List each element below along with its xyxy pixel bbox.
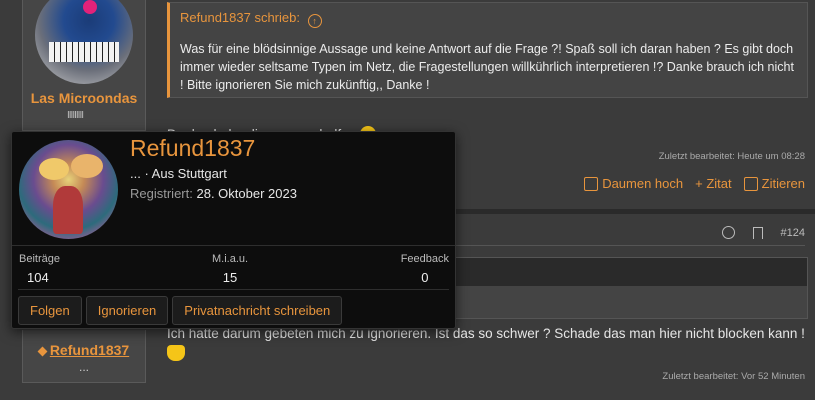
quote-button[interactable]: + Zitat bbox=[695, 176, 732, 191]
arrow-up-icon[interactable]: ↑ bbox=[307, 14, 322, 28]
member-tooltip-card: Refund1837 ... · Aus Stuttgart Registrie… bbox=[11, 131, 456, 329]
user-sidebar-top: Las Microondas IIIIIIIII bbox=[22, 0, 146, 131]
stat-label: Feedback bbox=[400, 253, 449, 265]
username-bottom[interactable]: Refund1837 bbox=[23, 342, 145, 358]
reply-button[interactable]: Zitieren bbox=[743, 176, 805, 191]
avatar-detail bbox=[83, 0, 97, 14]
reply-label: Zitieren bbox=[761, 176, 805, 191]
quote-header[interactable]: Refund1837 schrieb: ↑ bbox=[180, 10, 322, 28]
diamond-icon bbox=[37, 346, 48, 357]
like-label: Daumen hoch bbox=[602, 176, 684, 191]
quote-text: Was für eine blödsinnige Aussage und kei… bbox=[180, 42, 794, 92]
post-actions: Daumen hoch + Zitat Zitieren bbox=[584, 176, 805, 191]
stat-value: 15 bbox=[222, 270, 238, 285]
like-button[interactable]: Daumen hoch bbox=[584, 176, 683, 191]
registered-date: 28. Oktober 2023 bbox=[196, 186, 297, 201]
post-meta: #124 bbox=[721, 226, 805, 239]
member-name[interactable]: Refund1837 bbox=[130, 135, 255, 162]
private-message-button[interactable]: Privatnachricht schreiben bbox=[172, 296, 343, 325]
rank-bars: IIIIIIIII bbox=[67, 110, 84, 121]
quote-block: Refund1837 schrieb: ↑ Was für eine blöds… bbox=[167, 2, 808, 98]
username-bottom-label: Refund1837 bbox=[49, 342, 130, 358]
stat-feedback[interactable]: Feedback 0 bbox=[401, 253, 449, 285]
post-number[interactable]: #124 bbox=[781, 227, 805, 239]
user-extra: ... bbox=[78, 360, 89, 374]
stat-value: 104 bbox=[27, 270, 49, 285]
edited-note: Zuletzt bearbeitet: Heute um 08:28 bbox=[658, 151, 805, 162]
thumbs-down-emoji-icon bbox=[167, 345, 185, 361]
user-sidebar-bottom: Refund1837 ... bbox=[22, 330, 146, 383]
member-avatar[interactable] bbox=[19, 140, 118, 239]
username-top[interactable]: Las Microondas bbox=[23, 90, 145, 106]
registered-label: Registriert: bbox=[130, 186, 193, 201]
avatar-art bbox=[39, 158, 69, 180]
avatar-keyboard bbox=[49, 42, 119, 62]
user-avatar-top[interactable] bbox=[35, 0, 133, 84]
card-divider bbox=[18, 289, 449, 290]
avatar-art bbox=[71, 154, 103, 178]
card-divider bbox=[12, 245, 455, 246]
follow-button[interactable]: Folgen bbox=[18, 296, 82, 325]
quote-author[interactable]: Refund1837 schrieb: bbox=[180, 10, 300, 25]
thumbs-up-icon bbox=[584, 176, 599, 191]
edited-note-2: Zuletzt bearbeitet: Vor 52 Minuten bbox=[662, 371, 805, 382]
stat-posts[interactable]: Beiträge 104 bbox=[19, 253, 60, 285]
share-icon[interactable] bbox=[721, 226, 735, 239]
card-buttons: Folgen Ignorieren Privatnachricht schrei… bbox=[18, 296, 343, 325]
stat-label: M.i.a.u. bbox=[212, 253, 249, 265]
member-location: ... · Aus Stuttgart bbox=[130, 166, 227, 181]
member-registered: Registriert: 28. Oktober 2023 bbox=[130, 186, 297, 201]
stat-value: 0 bbox=[421, 270, 429, 285]
ignore-button[interactable]: Ignorieren bbox=[85, 296, 169, 325]
stat-miau[interactable]: M.i.a.u. 15 bbox=[212, 253, 248, 285]
bookmark-icon[interactable] bbox=[752, 226, 763, 239]
stat-label: Beiträge bbox=[19, 253, 60, 265]
avatar-art bbox=[53, 186, 83, 234]
reply-icon bbox=[743, 176, 758, 191]
